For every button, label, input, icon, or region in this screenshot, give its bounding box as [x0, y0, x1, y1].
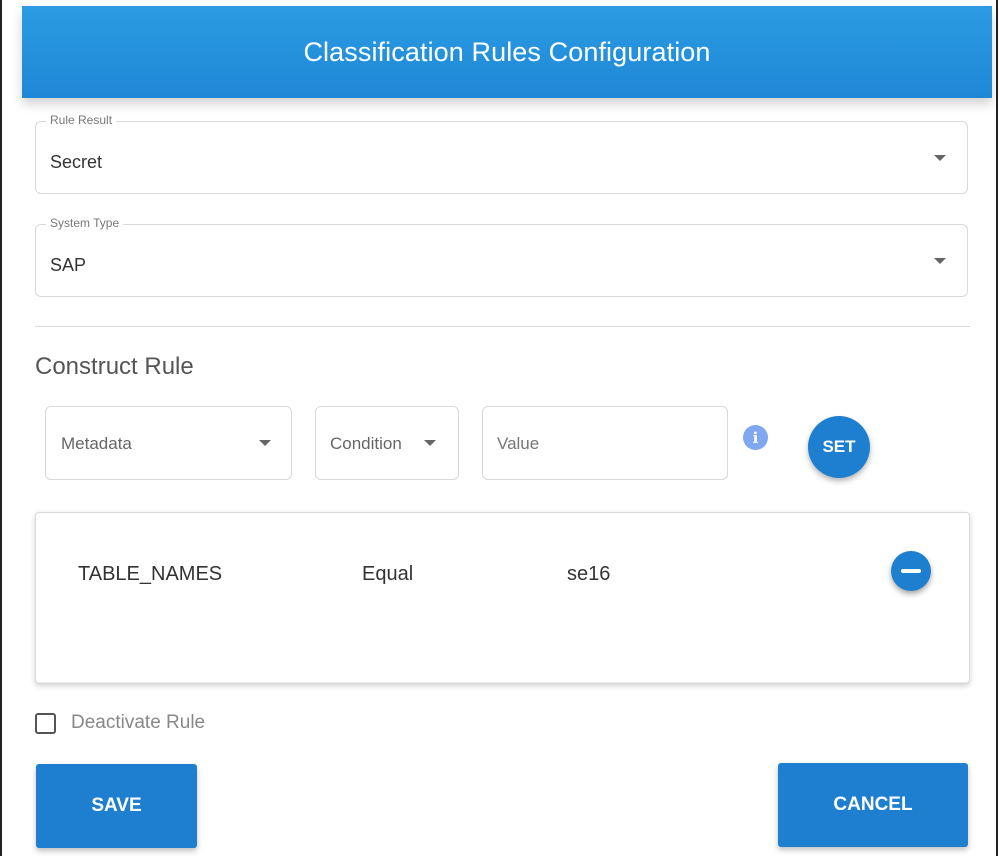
rule-result-select[interactable]: Rule Result Secret: [35, 113, 968, 194]
rule-condition: Equal: [362, 563, 414, 585]
rules-list: TABLE_NAMES Equal se16: [35, 512, 970, 684]
remove-rule-button[interactable]: [891, 551, 931, 591]
metadata-select[interactable]: Metadata: [45, 406, 292, 480]
window-right-border: [996, 0, 998, 856]
system-type-label: System Type: [46, 216, 124, 230]
value-placeholder: Value: [497, 434, 540, 453]
set-button[interactable]: SET: [808, 416, 870, 478]
chevron-down-icon: [934, 155, 946, 161]
dialog-title: Classification Rules Configuration: [303, 36, 711, 67]
rule-result-label: Rule Result: [46, 113, 117, 127]
metadata-placeholder: Metadata: [61, 434, 132, 453]
save-button[interactable]: SAVE: [36, 764, 197, 848]
system-type-select[interactable]: System Type SAP: [35, 216, 968, 297]
system-type-value: SAP: [50, 255, 87, 275]
dialog-header: Classification Rules Configuration: [22, 6, 992, 98]
chevron-down-icon: [259, 440, 271, 446]
chevron-down-icon: [934, 258, 946, 264]
info-icon[interactable]: i: [743, 425, 768, 450]
rule-value: se16: [567, 563, 611, 585]
window-left-border: [0, 0, 2, 856]
condition-select[interactable]: Condition: [315, 406, 459, 480]
deactivate-rule-label[interactable]: Deactivate Rule: [71, 712, 205, 734]
chevron-down-icon: [424, 440, 436, 446]
section-divider: [35, 326, 970, 327]
condition-placeholder: Condition: [330, 434, 402, 453]
cancel-button[interactable]: CANCEL: [778, 763, 968, 847]
construct-rule-heading: Construct Rule: [35, 353, 194, 380]
rule-metadata: TABLE_NAMES: [78, 563, 223, 585]
deactivate-rule-checkbox[interactable]: [35, 713, 56, 734]
rule-result-value: Secret: [50, 152, 103, 172]
value-input[interactable]: Value: [482, 406, 728, 480]
